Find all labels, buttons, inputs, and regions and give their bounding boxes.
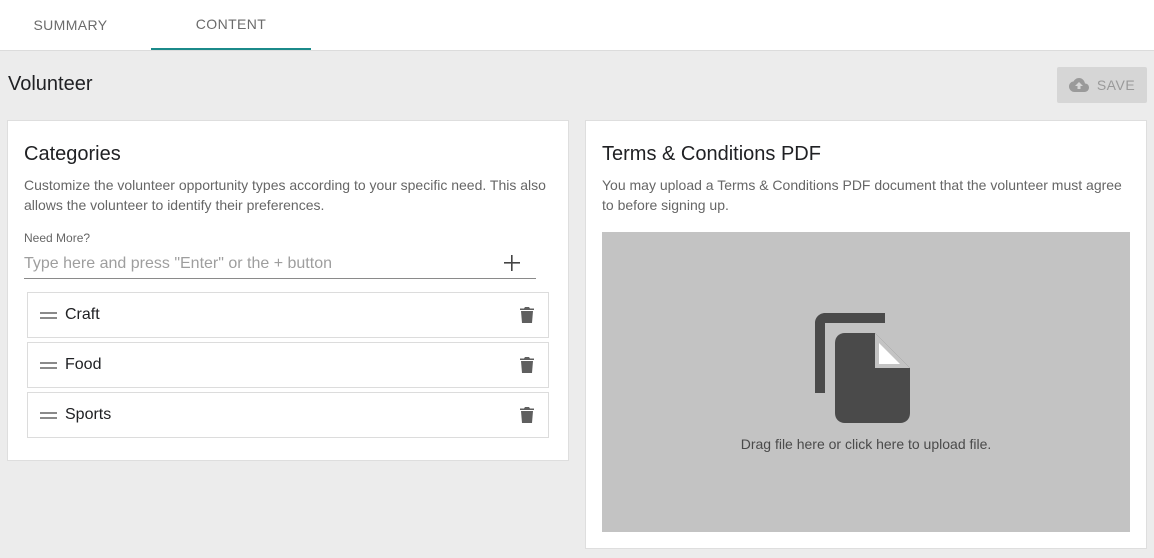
terms-description: You may upload a Terms & Conditions PDF …	[602, 177, 1122, 213]
category-label: Sports	[65, 406, 112, 423]
drag-handle-icon[interactable]	[40, 312, 57, 319]
pdf-upload-dropzone[interactable]: Drag file here or click here to upload f…	[602, 232, 1130, 532]
save-button[interactable]: SAVE	[1057, 67, 1147, 103]
tab-bar: SUMMARY CONTENT	[0, 0, 1154, 51]
trash-icon[interactable]	[520, 307, 534, 323]
categories-card: Categories Customize the volunteer oppor…	[7, 120, 569, 461]
category-input[interactable]	[24, 254, 504, 273]
need-more-label: Need More?	[24, 231, 91, 245]
category-label: Food	[65, 356, 102, 373]
trash-icon[interactable]	[520, 357, 534, 373]
save-label: SAVE	[1096, 77, 1136, 93]
drag-handle-icon[interactable]	[40, 362, 57, 369]
category-item: Sports	[27, 392, 549, 438]
tab-summary[interactable]: SUMMARY	[0, 0, 141, 49]
category-item: Food	[27, 342, 549, 388]
trash-icon[interactable]	[520, 407, 534, 423]
file-copy-icon	[815, 313, 910, 423]
category-input-field	[24, 249, 536, 279]
terms-card: Terms & Conditions PDF You may upload a …	[585, 120, 1147, 549]
tab-content[interactable]: CONTENT	[151, 0, 311, 50]
cloud-upload-icon	[1068, 78, 1089, 92]
add-category-button[interactable]	[504, 255, 520, 271]
categories-title: Categories	[24, 143, 121, 165]
upload-hint: Drag file here or click here to upload f…	[740, 436, 992, 452]
categories-description: Customize the volunteer opportunity type…	[24, 177, 546, 213]
category-item: Craft	[27, 292, 549, 338]
page-title: Volunteer	[8, 73, 93, 95]
terms-title: Terms & Conditions PDF	[602, 143, 821, 165]
drag-handle-icon[interactable]	[40, 412, 57, 419]
category-label: Craft	[65, 306, 100, 323]
plus-icon	[504, 255, 520, 271]
